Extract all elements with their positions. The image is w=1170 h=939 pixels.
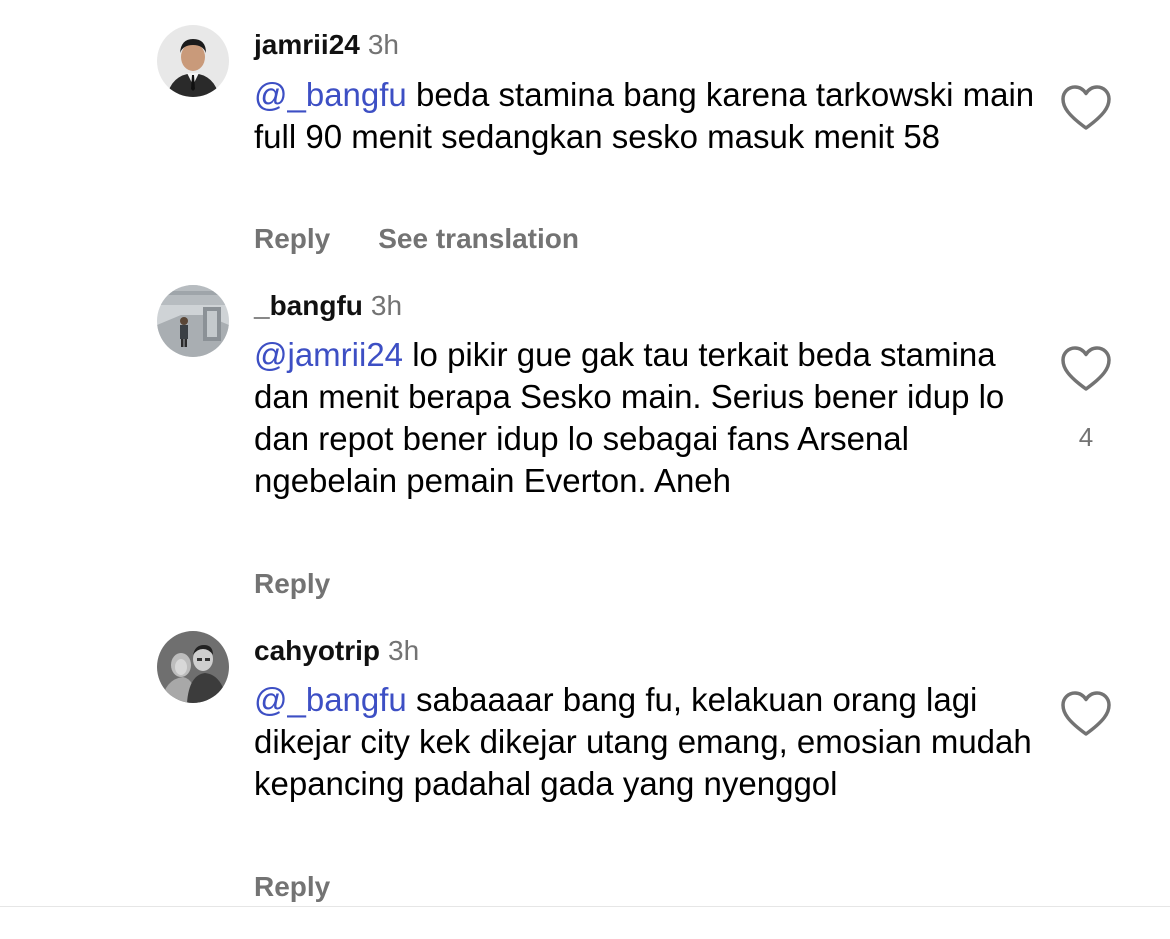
timestamp: 3h <box>388 635 420 666</box>
comment-text: @_bangfu sabaaaar bang fu, kelakuan oran… <box>254 679 1044 805</box>
heart-outline-icon[interactable] <box>1058 688 1114 740</box>
mention-link[interactable]: @_bangfu <box>254 76 407 113</box>
heart-outline-icon[interactable] <box>1058 82 1114 134</box>
mention-link[interactable]: @_bangfu <box>254 681 407 718</box>
mention-link[interactable]: @jamrii24 <box>254 336 403 373</box>
timestamp: 3h <box>370 290 403 321</box>
comment-actions: Reply <box>254 870 330 904</box>
username[interactable]: cahyotrip <box>254 635 380 666</box>
comment-meta: _bangfu 3h <box>254 289 402 323</box>
heart-outline-icon[interactable] <box>1058 343 1114 395</box>
comment-text: @_bangfu beda stamina bang karena tarkow… <box>254 74 1044 158</box>
reply-button[interactable]: Reply <box>254 223 330 254</box>
comment-meta: jamrii24 3h <box>254 28 399 62</box>
comment-text: @jamrii24 lo pikir gue gak tau terkait b… <box>254 334 1044 502</box>
username[interactable]: jamrii24 <box>254 29 360 60</box>
avatar[interactable] <box>157 631 229 703</box>
comment-actions: Reply <box>254 567 330 601</box>
username[interactable]: _bangfu <box>254 290 363 321</box>
see-translation-button[interactable]: See translation <box>378 223 579 254</box>
avatar[interactable] <box>157 285 229 357</box>
comment-meta: cahyotrip 3h <box>254 634 419 668</box>
bottom-divider <box>0 906 1170 907</box>
timestamp: 3h <box>367 29 400 60</box>
avatar[interactable] <box>157 25 229 97</box>
like-count: 4 <box>1078 422 1094 452</box>
comment-actions: Reply See translation <box>254 222 579 256</box>
reply-button[interactable]: Reply <box>254 871 330 902</box>
reply-button[interactable]: Reply <box>254 568 330 599</box>
